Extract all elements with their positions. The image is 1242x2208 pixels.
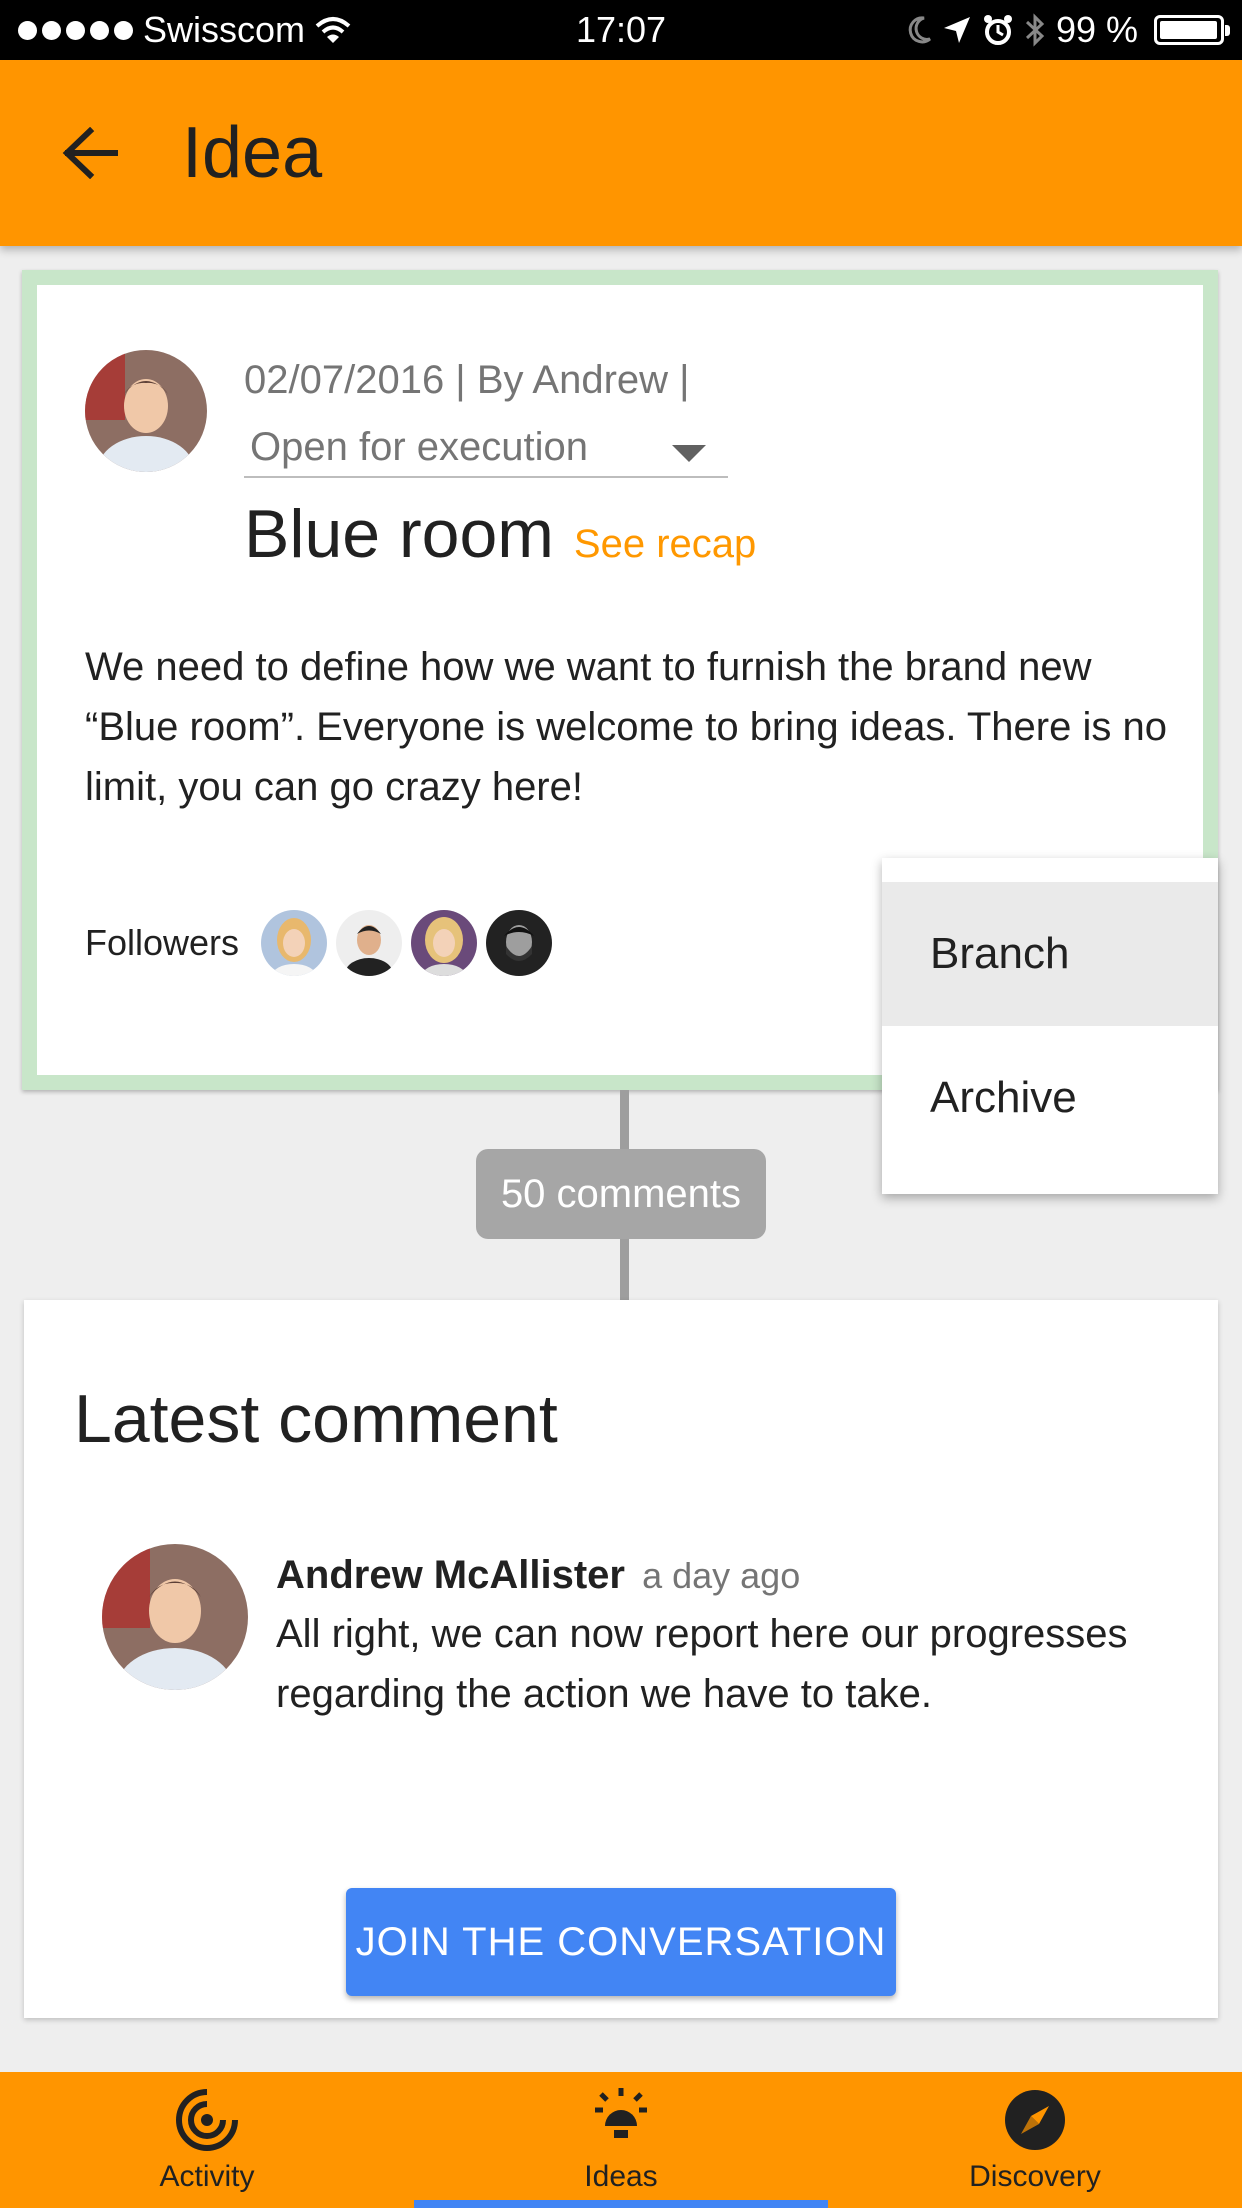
join-conversation-button[interactable]: JOIN THE CONVERSATION: [346, 1888, 896, 1996]
comment-text: All right, we can now report here our pr…: [276, 1612, 1128, 1716]
thread-connector: [620, 1090, 629, 1150]
nav-tab-discovery[interactable]: Discovery: [828, 2072, 1242, 2208]
comment-header: Andrew McAllister a day ago: [276, 1547, 1176, 1604]
nav-tab-ideas[interactable]: Ideas: [414, 2072, 828, 2208]
menu-item-branch[interactable]: Branch: [882, 882, 1218, 1026]
back-arrow-icon: [62, 127, 118, 179]
nav-tab-activity[interactable]: Activity: [0, 2072, 414, 2208]
follower-avatar[interactable]: [411, 910, 478, 976]
idea-title-row: Blue room See recap: [244, 495, 756, 573]
author-avatar[interactable]: [85, 350, 207, 472]
battery-icon: [1154, 15, 1230, 45]
back-button[interactable]: [30, 93, 150, 213]
overflow-menu: Branch Archive: [882, 858, 1218, 1194]
latest-comment-card: Latest comment Andrew McAllister a day a…: [24, 1300, 1218, 2018]
activity-target-icon: [173, 2086, 241, 2154]
status-bar: Swisscom 17:07 99 %: [0, 0, 1242, 60]
menu-item-archive[interactable]: Archive: [882, 1026, 1218, 1170]
location-icon: [943, 17, 970, 43]
moon-icon: [908, 16, 931, 44]
wifi-icon: [315, 17, 351, 43]
active-tab-indicator: [414, 2200, 828, 2208]
follower-avatar[interactable]: [336, 910, 403, 976]
battery-level: [1160, 21, 1218, 39]
battery-text: 99 %: [1055, 9, 1138, 50]
bottom-navigation: Activity Ideas Discovery: [0, 2072, 1242, 2208]
nav-label-discovery: Discovery: [969, 2160, 1101, 2193]
comment-timestamp: a day ago: [642, 1555, 801, 1596]
bluetooth-icon: [1025, 13, 1045, 47]
page-title: Idea: [182, 113, 323, 193]
nav-label-activity: Activity: [159, 2160, 255, 2193]
comment-body: Andrew McAllister a day ago All right, w…: [276, 1547, 1176, 1724]
status-dropdown[interactable]: Open for execution: [244, 418, 728, 478]
alarm-icon: [983, 15, 1012, 45]
comments-count-button[interactable]: 50 comments: [476, 1149, 766, 1239]
follower-avatar[interactable]: [261, 910, 328, 976]
status-right: 99 %: [906, 9, 1230, 51]
idea-title: Blue room: [244, 496, 554, 572]
idea-meta: 02/07/2016 | By Andrew |: [244, 358, 690, 402]
app-bar: Idea: [0, 60, 1242, 246]
signal-dots-icon: [18, 20, 133, 40]
status-left: Swisscom: [18, 9, 351, 51]
lightbulb-icon: [587, 2086, 655, 2154]
followers-row: Followers: [85, 910, 561, 976]
follower-avatar[interactable]: [486, 910, 553, 976]
see-recap-link[interactable]: See recap: [574, 522, 756, 567]
commenter-avatar[interactable]: [102, 1544, 248, 1690]
status-dropdown-value: Open for execution: [250, 424, 588, 469]
compass-icon: [1001, 2086, 1069, 2154]
section-title: Latest comment: [74, 1381, 558, 1457]
commenter-name[interactable]: Andrew McAllister: [276, 1553, 625, 1597]
nav-label-ideas: Ideas: [584, 2160, 658, 2193]
idea-description: We need to define how we want to furnish…: [85, 645, 1167, 809]
followers-label: Followers: [85, 922, 240, 963]
dropdown-caret-icon: [672, 445, 706, 462]
thread-connector: [620, 1239, 629, 1300]
carrier-name: Swisscom: [143, 9, 306, 50]
